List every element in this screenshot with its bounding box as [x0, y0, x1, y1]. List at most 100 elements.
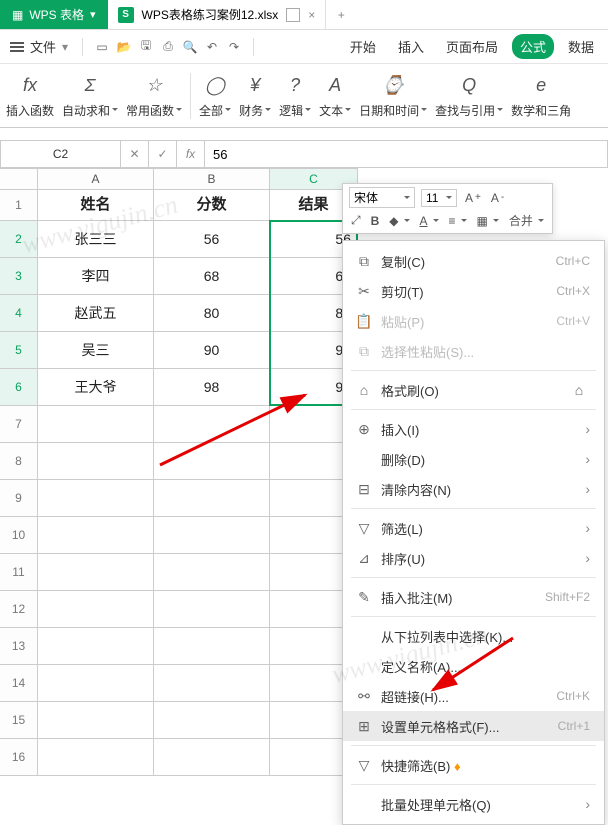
cell[interactable]	[154, 443, 270, 480]
cell[interactable]	[38, 628, 154, 665]
context-menu-item[interactable]: ⌂格式刷(O)⌂	[343, 375, 604, 405]
tab-formula[interactable]: 公式	[512, 34, 554, 59]
merge-button[interactable]: 合并	[507, 211, 546, 230]
lookup-button[interactable]: Q查找与引用	[431, 71, 507, 121]
context-menu-item[interactable]: ⊞设置单元格格式(F)...Ctrl+1	[343, 711, 604, 741]
accept-button[interactable]: ✓	[149, 141, 177, 167]
mini-toolbar[interactable]: 宋体 11 A+ A- ⤢ B ◆ A ≡ ▦ 合并	[342, 183, 553, 234]
row-header[interactable]: 3	[0, 258, 38, 295]
cell[interactable]: 李四	[38, 258, 154, 295]
financial-button[interactable]: ¥财务	[235, 71, 275, 121]
new-doc-icon[interactable]: ▭	[93, 38, 111, 56]
cell[interactable]	[38, 406, 154, 443]
tab-insert[interactable]: 插入	[390, 34, 432, 59]
row-header[interactable]: 5	[0, 332, 38, 369]
context-menu-item[interactable]: ⊕插入(I)	[343, 414, 604, 444]
column-header-B[interactable]: B	[154, 168, 270, 190]
cell[interactable]	[154, 702, 270, 739]
save-icon[interactable]: 🖫	[137, 38, 155, 56]
context-menu-item[interactable]: ▽筛选(L)	[343, 513, 604, 543]
font-select[interactable]: 宋体	[349, 187, 415, 208]
row-header[interactable]: 15	[0, 702, 38, 739]
row-header[interactable]: 13	[0, 628, 38, 665]
cell[interactable]	[154, 739, 270, 776]
context-menu-item[interactable]: ⊿排序(U)	[343, 543, 604, 573]
context-menu-item[interactable]: ⊟清除内容(N)	[343, 474, 604, 504]
datetime-button[interactable]: ⌚日期和时间	[355, 71, 431, 121]
font-shrink-icon[interactable]: A-	[489, 190, 506, 206]
cell[interactable]	[38, 702, 154, 739]
row-header[interactable]: 11	[0, 554, 38, 591]
font-color-button[interactable]: A	[418, 213, 441, 229]
row-header[interactable]: 8	[0, 443, 38, 480]
cell[interactable]: 张三三	[38, 221, 154, 258]
column-header-A[interactable]: A	[38, 168, 154, 190]
document-tab[interactable]: S WPS表格练习案例12.xlsx ×	[108, 0, 327, 29]
cell[interactable]	[38, 665, 154, 702]
context-menu-item[interactable]: ⧉复制(C)Ctrl+C	[343, 246, 604, 276]
row-header[interactable]: 6	[0, 369, 38, 406]
context-menu-item[interactable]: ⚯超链接(H)...Ctrl+K	[343, 681, 604, 711]
context-menu[interactable]: ⧉复制(C)Ctrl+C✂剪切(T)Ctrl+X📋粘贴(P)Ctrl+V⧉选择性…	[342, 240, 605, 825]
cell[interactable]	[154, 480, 270, 517]
cell[interactable]: 姓名	[38, 190, 154, 221]
insert-function-button[interactable]: fx插入函数	[2, 71, 58, 121]
cell[interactable]	[154, 628, 270, 665]
close-tab-icon[interactable]: ×	[308, 8, 315, 22]
cell[interactable]: 王大爷	[38, 369, 154, 406]
row-header[interactable]: 14	[0, 665, 38, 702]
context-menu-item[interactable]: 从下拉列表中选择(K)...	[343, 621, 604, 651]
logical-button[interactable]: ?逻辑	[275, 71, 315, 121]
row-header[interactable]: 10	[0, 517, 38, 554]
cell[interactable]	[38, 591, 154, 628]
undo-icon[interactable]: ↶	[203, 38, 221, 56]
row-header[interactable]: 12	[0, 591, 38, 628]
text-button[interactable]: A文本	[315, 71, 355, 121]
file-menu[interactable]: 文件	[26, 35, 60, 58]
cell[interactable]	[154, 406, 270, 443]
cell[interactable]	[38, 480, 154, 517]
cell[interactable]: 赵武五	[38, 295, 154, 332]
context-menu-item[interactable]: ✂剪切(T)Ctrl+X	[343, 276, 604, 306]
font-grow-icon[interactable]: A+	[463, 190, 483, 206]
context-menu-item[interactable]: 删除(D)	[343, 444, 604, 474]
new-tab-button[interactable]: +	[326, 0, 356, 29]
window-mode-icon[interactable]	[286, 8, 300, 22]
cell[interactable]	[154, 554, 270, 591]
context-menu-item[interactable]: ✎插入批注(M)Shift+F2	[343, 582, 604, 612]
cell[interactable]: 吴三	[38, 332, 154, 369]
cell[interactable]: 98	[154, 369, 270, 406]
context-menu-item[interactable]: 批量处理单元格(Q)	[343, 789, 604, 819]
cancel-button[interactable]: ✕	[121, 141, 149, 167]
common-functions-button[interactable]: ☆常用函数	[122, 71, 186, 121]
align-button[interactable]: ≡	[447, 213, 469, 229]
print-preview-icon[interactable]: 🔍	[181, 38, 199, 56]
cell[interactable]	[38, 517, 154, 554]
context-menu-item[interactable]: 定义名称(A)...	[343, 651, 604, 681]
bold-button[interactable]: B	[369, 213, 382, 229]
print-icon[interactable]: ⎙	[159, 38, 177, 56]
row-header[interactable]: 16	[0, 739, 38, 776]
cell[interactable]: 68	[154, 258, 270, 295]
cell[interactable]	[154, 665, 270, 702]
app-tab[interactable]: ▦ WPS 表格 ▾	[0, 0, 108, 29]
cell[interactable]	[154, 591, 270, 628]
cell[interactable]	[38, 554, 154, 591]
cell-reference[interactable]: C2	[1, 141, 121, 167]
cell[interactable]: 90	[154, 332, 270, 369]
autosum-button[interactable]: Σ自动求和	[58, 71, 122, 121]
tab-pagelayout[interactable]: 页面布局	[438, 34, 506, 59]
math-button[interactable]: e数学和三角	[507, 71, 575, 121]
row-header[interactable]: 1	[0, 190, 38, 221]
cell[interactable]	[38, 443, 154, 480]
tab-start[interactable]: 开始	[342, 34, 384, 59]
cell[interactable]	[38, 739, 154, 776]
cell[interactable]: 分数	[154, 190, 270, 221]
formula-value[interactable]: 56	[205, 147, 235, 162]
row-header[interactable]: 2	[0, 221, 38, 258]
tab-data[interactable]: 数据	[560, 34, 602, 59]
context-menu-item[interactable]: ▽快捷筛选(B) ♦	[343, 750, 604, 780]
cell[interactable]	[154, 517, 270, 554]
row-header[interactable]: 9	[0, 480, 38, 517]
fill-color-button[interactable]: ◆	[387, 213, 411, 229]
